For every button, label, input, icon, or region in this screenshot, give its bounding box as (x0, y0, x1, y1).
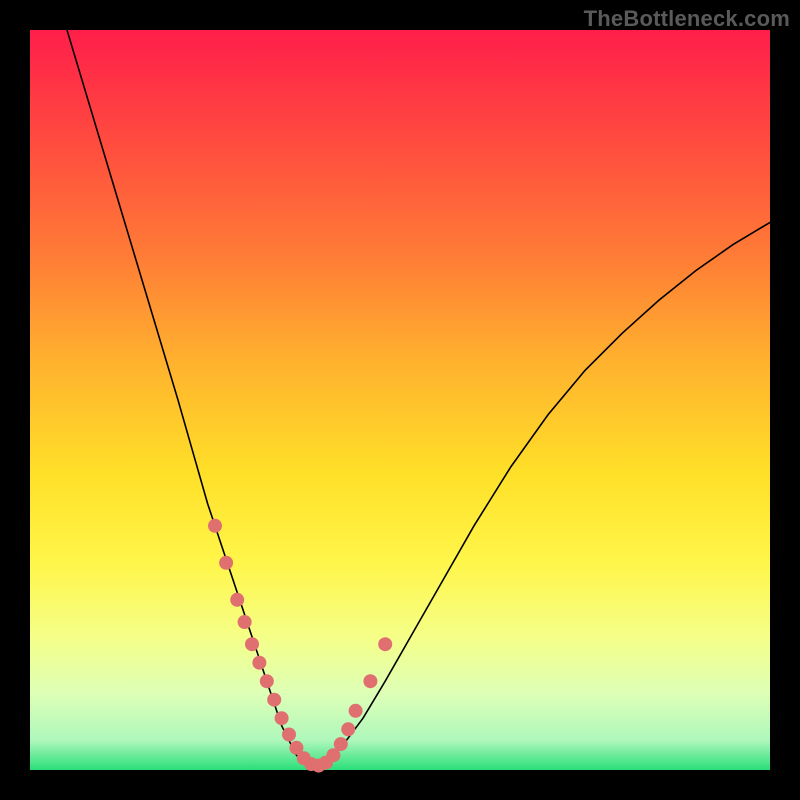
marker-dot (245, 637, 259, 651)
marker-dot (219, 556, 233, 570)
chart-frame: TheBottleneck.com (0, 0, 800, 800)
marker-dot (282, 728, 296, 742)
marker-dot (230, 593, 244, 607)
curve-layer (30, 30, 770, 770)
marker-dot (260, 674, 274, 688)
bottleneck-curve (67, 30, 770, 766)
marker-dot (208, 519, 222, 533)
marker-dot (334, 737, 348, 751)
marker-dot (341, 722, 355, 736)
marker-dot (363, 674, 377, 688)
marker-dot (378, 637, 392, 651)
marker-dot (275, 711, 289, 725)
marker-dot (349, 704, 363, 718)
watermark-text: TheBottleneck.com (584, 6, 790, 32)
marker-dot (267, 693, 281, 707)
marker-dot (252, 656, 266, 670)
marker-dot (238, 615, 252, 629)
marker-highlight (208, 519, 392, 773)
